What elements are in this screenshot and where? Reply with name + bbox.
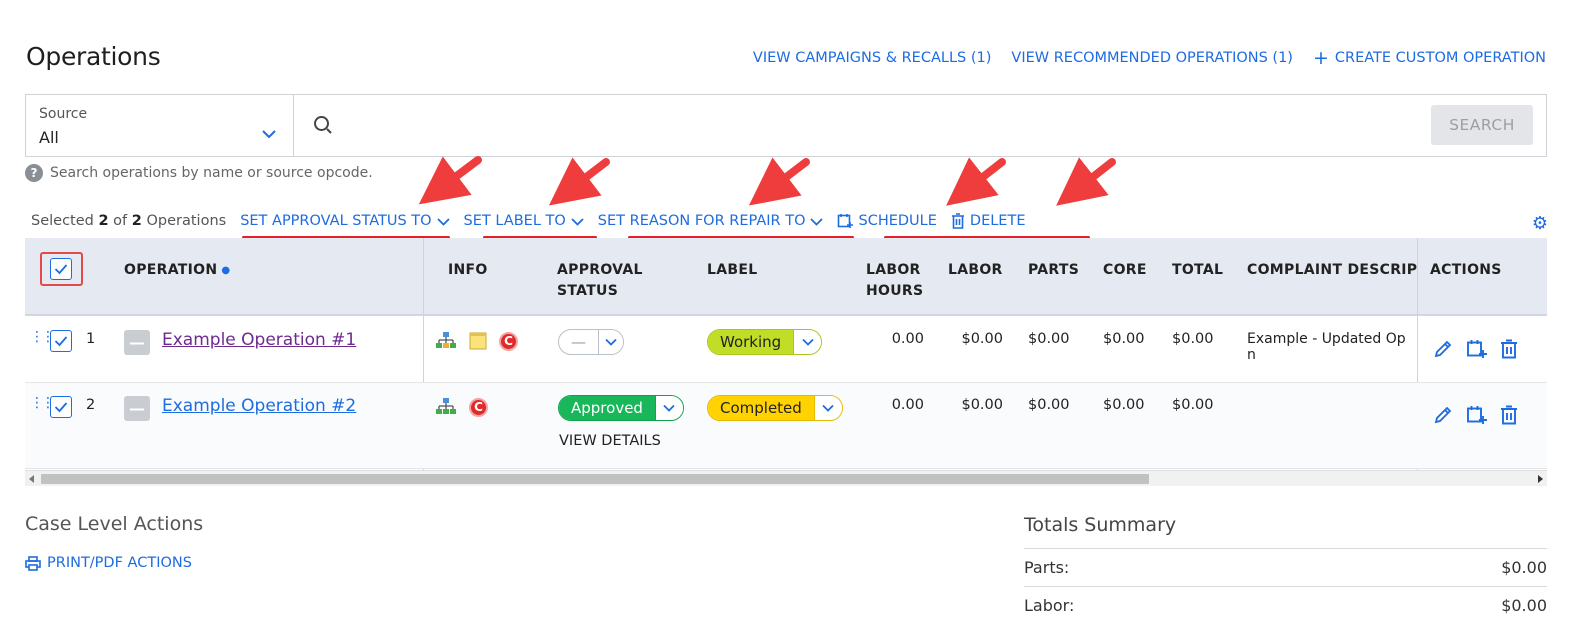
annotation-arrow: [946, 157, 1006, 206]
scroll-left-arrow-icon[interactable]: [29, 475, 35, 483]
note-icon[interactable]: [469, 332, 487, 350]
labor-hours: 0.00: [891, 331, 924, 347]
c-badge-icon[interactable]: C: [469, 397, 488, 417]
header-approval-line2: STATUS: [557, 283, 619, 299]
header-labor-hours[interactable]: LABOR HOURS: [866, 260, 923, 302]
totals-row-parts: Parts: $0.00: [1024, 548, 1547, 586]
row-index: 1: [86, 331, 96, 347]
operation-link[interactable]: Example Operation #1: [162, 330, 356, 350]
header-parts[interactable]: PARTS: [1028, 260, 1079, 281]
totals-parts-label: Parts:: [1024, 558, 1070, 577]
row-actions: [1433, 339, 1518, 360]
hierarchy-icon[interactable]: [435, 331, 457, 351]
edit-pencil-icon[interactable]: [1433, 405, 1453, 425]
collapse-icon[interactable]: —: [124, 396, 150, 421]
label-value: Completed: [708, 396, 814, 420]
c-badge-icon[interactable]: C: [499, 331, 518, 351]
header-approval-line1: APPROVAL: [557, 262, 643, 278]
print-pdf-actions-link[interactable]: PRINT/PDF ACTIONS: [25, 555, 192, 571]
totals-row-labor: Labor: $0.00: [1024, 586, 1547, 624]
row-checkbox[interactable]: [50, 330, 72, 352]
column-divider: [423, 238, 424, 316]
label-value: Working: [708, 330, 794, 354]
table-row: ⋮⋮ 1 — Example Operation #1 C — Working …: [25, 317, 1547, 383]
core-amount: $0.00: [1103, 397, 1145, 413]
row-index: 2: [86, 397, 96, 413]
table-row: ⋮⋮ 2 — Example Operation #2 C Approved V…: [25, 383, 1547, 469]
approval-status-select[interactable]: —: [558, 329, 624, 355]
header-total[interactable]: TOTAL: [1172, 260, 1223, 281]
drag-handle-icon[interactable]: ⋮⋮: [30, 330, 55, 344]
annotation-arrow: [748, 157, 810, 206]
check-icon: [54, 264, 68, 275]
edit-pencil-icon[interactable]: [1433, 339, 1453, 359]
row-checkbox[interactable]: [50, 396, 72, 418]
check-icon: [54, 402, 68, 413]
labor-amount: $0.00: [961, 397, 1003, 413]
print-pdf-actions-label: PRINT/PDF ACTIONS: [47, 555, 192, 571]
approval-status-value: Approved: [559, 396, 655, 420]
column-divider: [1417, 238, 1418, 316]
header-operation[interactable]: OPERATION ●: [124, 260, 230, 281]
header-operation-label: OPERATION: [124, 262, 218, 278]
check-icon: [54, 336, 68, 347]
totals-parts-value: $0.00: [1501, 558, 1547, 577]
header-complaint-description[interactable]: COMPLAINT DESCRIPT: [1247, 260, 1417, 281]
scroll-right-arrow-icon[interactable]: [1537, 475, 1543, 483]
case-level-actions-title: Case Level Actions: [25, 513, 204, 535]
core-amount: $0.00: [1103, 331, 1145, 347]
totals-labor-label: Labor:: [1024, 596, 1075, 615]
calendar-add-icon[interactable]: [1466, 339, 1487, 360]
totals-labor-value: $0.00: [1501, 596, 1547, 615]
approval-status-select[interactable]: Approved: [558, 395, 684, 421]
hierarchy-icon[interactable]: [435, 397, 457, 417]
header-label[interactable]: LABEL: [707, 260, 757, 281]
header-labor-hours-line2: HOURS: [866, 283, 924, 299]
trash-icon[interactable]: [1500, 339, 1518, 359]
scrollbar-thumb[interactable]: [41, 474, 1149, 484]
operation-link[interactable]: Example Operation #2: [162, 396, 356, 416]
header-core[interactable]: CORE: [1103, 260, 1147, 281]
parts-amount: $0.00: [1028, 331, 1070, 347]
chevron-down-icon: [793, 330, 822, 354]
header-approval-status[interactable]: APPROVAL STATUS: [557, 260, 643, 302]
labor-hours: 0.00: [891, 397, 924, 413]
calendar-add-icon[interactable]: [1466, 405, 1487, 426]
complaint-description: Example - Updated Op n: [1247, 331, 1406, 363]
annotation-arrow: [418, 156, 482, 205]
annotation-arrows: [418, 156, 1116, 206]
header-info: INFO: [448, 262, 488, 278]
chevron-down-icon: [654, 396, 683, 420]
header-actions: ACTIONS: [1430, 262, 1502, 278]
annotation-arrow: [1056, 157, 1116, 206]
select-all-checkbox[interactable]: [50, 258, 72, 280]
printer-icon: [25, 555, 41, 571]
totals-summary-title: Totals Summary: [1024, 514, 1177, 536]
chevron-down-icon: [598, 330, 623, 354]
table-header: OPERATION ● INFO APPROVAL STATUS LABEL LA…: [25, 238, 1547, 316]
total-amount: $0.00: [1172, 397, 1214, 413]
drag-handle-icon[interactable]: ⋮⋮: [30, 396, 55, 410]
label-select[interactable]: Working: [707, 329, 823, 355]
annotation-arrow: [548, 157, 610, 206]
sort-indicator-dot-icon: ●: [221, 265, 231, 276]
label-select[interactable]: Completed: [707, 395, 843, 421]
row-actions: [1433, 405, 1518, 426]
horizontal-scrollbar[interactable]: [25, 470, 1547, 486]
header-labor-hours-line1: LABOR: [866, 262, 921, 278]
labor-amount: $0.00: [961, 331, 1003, 347]
info-icons: C: [435, 397, 488, 417]
approval-status-value: —: [571, 333, 586, 351]
parts-amount: $0.00: [1028, 397, 1070, 413]
collapse-icon[interactable]: —: [124, 330, 150, 355]
view-details-link[interactable]: VIEW DETAILS: [559, 433, 661, 449]
info-icons: C: [435, 331, 518, 351]
chevron-down-icon: [813, 396, 842, 420]
header-labor[interactable]: LABOR: [948, 260, 1003, 281]
trash-icon[interactable]: [1500, 405, 1518, 425]
total-amount: $0.00: [1172, 331, 1214, 347]
